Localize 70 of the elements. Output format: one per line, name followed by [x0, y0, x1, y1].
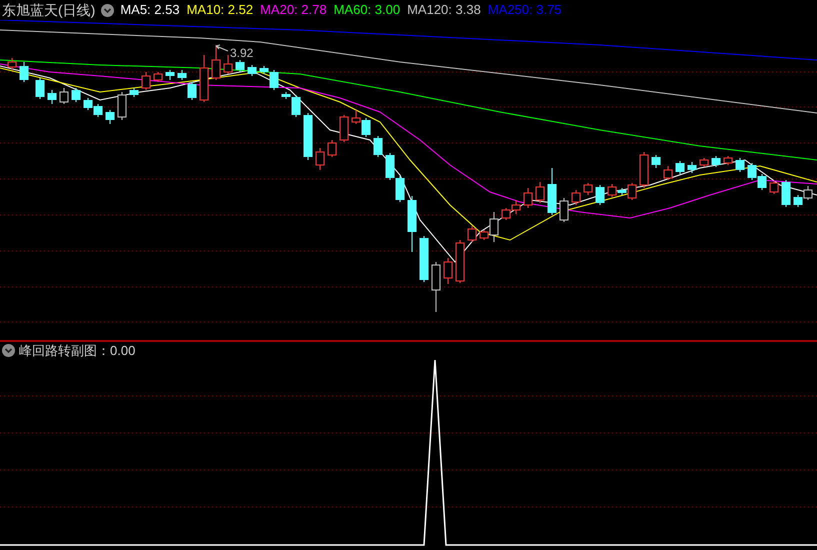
candlestick	[8, 58, 16, 70]
candlestick	[328, 140, 336, 158]
candlestick	[72, 88, 80, 102]
candlestick	[36, 78, 44, 100]
candlestick	[154, 72, 162, 82]
candlestick	[536, 182, 544, 204]
candlestick	[548, 168, 556, 216]
candlestick	[782, 180, 790, 208]
candlestick	[420, 236, 428, 282]
candlestick	[664, 166, 672, 180]
candlestick	[236, 60, 244, 72]
candlestick	[84, 98, 92, 110]
candlestick	[374, 136, 382, 158]
candlestick	[512, 200, 520, 214]
candlestick	[572, 190, 580, 206]
candlestick	[444, 258, 452, 284]
candlestick	[200, 54, 208, 102]
candlestick	[142, 72, 150, 90]
candlestick	[408, 196, 416, 252]
candlestick	[468, 226, 476, 242]
candlestick	[248, 64, 256, 76]
candlestick	[396, 176, 404, 202]
candlestick	[770, 180, 778, 194]
candlestick	[456, 240, 464, 284]
candlestick	[432, 262, 440, 312]
candlestick	[596, 184, 604, 206]
candlestick	[524, 188, 532, 208]
candlestick	[386, 152, 394, 180]
candlestick	[362, 118, 370, 138]
candlestick	[304, 112, 312, 160]
moving-average-value: MA20: 2.78	[260, 1, 327, 20]
candlestick	[166, 70, 174, 80]
moving-average-value: MA10: 2.52	[186, 1, 254, 20]
leader-line	[216, 44, 228, 52]
dropdown-icon[interactable]	[101, 4, 114, 16]
candlestick	[688, 162, 696, 174]
candlestick	[794, 194, 802, 208]
moving-average-value: MA5: 2.53	[120, 1, 180, 20]
candlestick	[20, 62, 28, 82]
candlestick	[224, 54, 232, 74]
candlestick	[316, 148, 324, 170]
candlestick	[94, 104, 102, 118]
candlestick	[118, 92, 126, 120]
candlestick	[736, 158, 744, 172]
candlestick	[700, 158, 708, 168]
candlestick	[748, 162, 756, 180]
candlestick	[212, 44, 220, 80]
moving-average-value: MA120: 3.38	[407, 1, 481, 20]
candlestick	[724, 156, 732, 166]
candlestick	[48, 90, 56, 104]
candlestick	[130, 88, 138, 98]
dropdown-icon[interactable]	[2, 344, 15, 357]
candlestick	[584, 182, 592, 196]
candlestick	[340, 114, 348, 142]
candlestick	[676, 160, 684, 174]
high-price-label: 3.92	[230, 46, 254, 60]
candlestick	[352, 110, 360, 124]
candlestick	[560, 198, 568, 222]
candlestick	[106, 110, 114, 124]
candlestick	[712, 156, 720, 168]
candlestick	[640, 152, 648, 188]
moving-average-value: MA60: 3.00	[334, 1, 400, 20]
stock-title: 东旭蓝天(日线)	[2, 0, 96, 20]
candlestick	[652, 154, 660, 168]
candlestick	[804, 186, 812, 200]
candlestick	[758, 174, 766, 190]
candlestick	[502, 208, 510, 220]
candlestick	[60, 88, 68, 104]
moving-average-value: MA250: 3.75	[488, 1, 562, 20]
indicator-title: 峰回路转副图：0.00	[19, 342, 136, 360]
